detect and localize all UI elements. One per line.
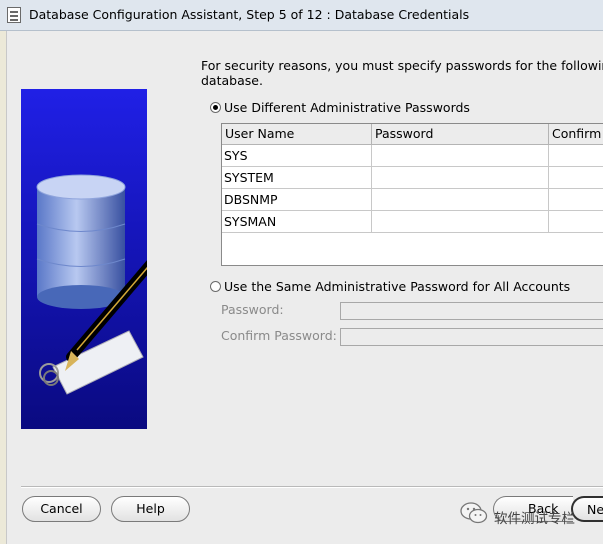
user-name-cell: SYSMAN [222, 211, 372, 232]
table-row: SYS [222, 145, 603, 167]
confirm-password-cell[interactable] [549, 189, 603, 210]
column-confirm-password[interactable]: Confirm P [549, 124, 603, 144]
table-row: SYSMAN [222, 211, 603, 233]
password-cell[interactable] [372, 167, 549, 188]
wechat-icon [460, 502, 488, 524]
user-name-cell: SYSTEM [222, 167, 372, 188]
table-row: DBSNMP [222, 189, 603, 211]
user-name-cell: SYS [222, 145, 372, 166]
confirm-password-cell[interactable] [549, 211, 603, 232]
table-header: User Name Password Confirm P [222, 124, 603, 145]
window-icon [7, 7, 21, 23]
intro-line-2: database. [201, 73, 263, 88]
column-user-name[interactable]: User Name [222, 124, 372, 144]
footer-divider [21, 486, 603, 488]
intro-line-1: For security reasons, you must specify p… [201, 58, 603, 73]
same-password-label: Use the Same Administrative Password for… [224, 279, 571, 294]
different-passwords-label: Use Different Administrative Passwords [224, 100, 470, 115]
password-cell[interactable] [372, 145, 549, 166]
database-pen-icon [36, 174, 147, 395]
help-button[interactable]: Help [111, 496, 190, 522]
confirm-password-label: Confirm Password: [221, 328, 337, 343]
cancel-button[interactable]: Cancel [22, 496, 101, 522]
password-field[interactable] [340, 302, 603, 320]
title-bar: Database Configuration Assistant, Step 5… [0, 0, 603, 31]
column-password[interactable]: Password [372, 124, 549, 144]
credentials-table: User Name Password Confirm P SYS SYSTEM … [221, 123, 603, 266]
watermark-text: 软件测试专栏 [494, 511, 575, 527]
password-label: Password: [221, 302, 284, 317]
next-button[interactable]: Ne [571, 496, 603, 522]
password-cell[interactable] [372, 189, 549, 210]
confirm-password-cell[interactable] [549, 145, 603, 166]
database-illustration [21, 89, 147, 429]
confirm-password-cell[interactable] [549, 167, 603, 188]
user-name-cell: DBSNMP [222, 189, 372, 210]
confirm-password-field[interactable] [340, 328, 603, 346]
intro-text: For security reasons, you must specify p… [201, 58, 603, 88]
same-password-radio[interactable] [210, 281, 221, 292]
different-passwords-radio[interactable] [210, 102, 221, 113]
table-row: SYSTEM [222, 167, 603, 189]
password-cell[interactable] [372, 211, 549, 232]
window-title: Database Configuration Assistant, Step 5… [29, 7, 470, 22]
